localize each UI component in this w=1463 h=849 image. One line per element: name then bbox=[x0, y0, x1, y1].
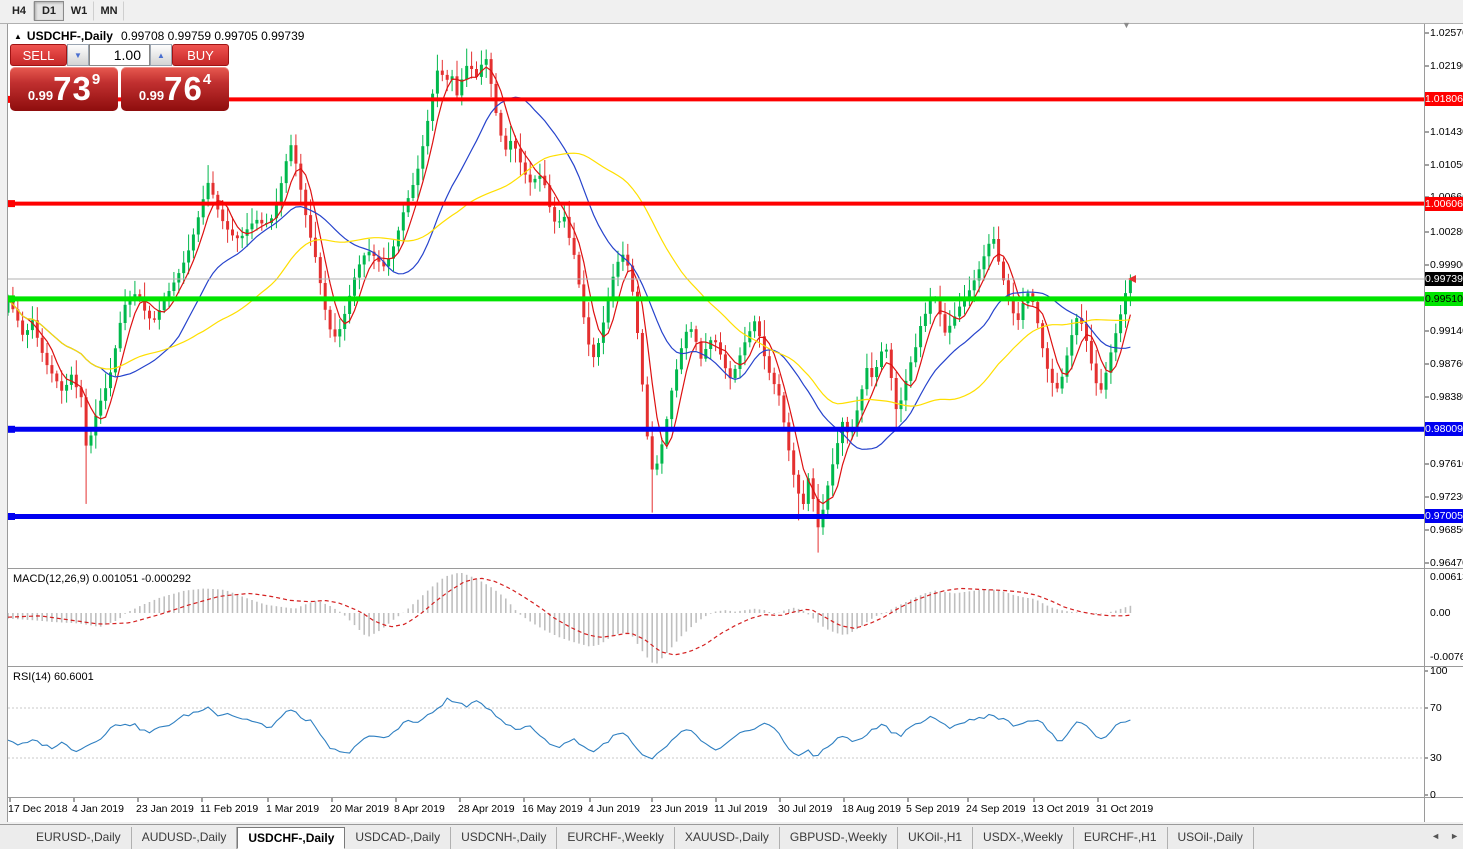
chart-tab-usdcnh-daily[interactable]: USDCNH-,Daily bbox=[451, 827, 557, 849]
sell-price-prefix: 0.99 bbox=[28, 88, 53, 103]
buy-price-prefix: 0.99 bbox=[139, 88, 164, 103]
chart-collapse-icon[interactable]: ▲ bbox=[14, 32, 22, 41]
price-axis-tick: 0.98760 bbox=[1430, 358, 1463, 370]
chart-canvas[interactable] bbox=[0, 0, 1463, 849]
chart-tab-usdcad-daily[interactable]: USDCAD-,Daily bbox=[345, 827, 451, 849]
chart-tab-gbpusd-weekly[interactable]: GBPUSD-,Weekly bbox=[780, 827, 898, 849]
date-axis-label: 30 Jul 2019 bbox=[778, 803, 832, 815]
buy-price-button[interactable]: 0.99764 bbox=[121, 67, 229, 111]
price-level-badge: 1.00606 bbox=[1425, 197, 1463, 211]
chart-tab-eurusd-daily[interactable]: EURUSD-,Daily bbox=[26, 827, 132, 849]
price-level-badge: 0.99739 bbox=[1425, 272, 1463, 286]
chart-tab-eurchf-h1[interactable]: EURCHF-,H1 bbox=[1074, 827, 1168, 849]
price-axis-tick: 0.96850 bbox=[1430, 524, 1463, 536]
date-axis-label: 1 Mar 2019 bbox=[266, 803, 319, 815]
price-axis-tick: 1.02570 bbox=[1430, 27, 1463, 39]
date-axis-label: 4 Jun 2019 bbox=[588, 803, 640, 815]
buy-price-main: 76 bbox=[164, 70, 203, 108]
date-axis-label: 17 Dec 2018 bbox=[8, 803, 68, 815]
price-axis-tick: 0.99140 bbox=[1430, 325, 1463, 337]
macd-axis-tick: 0.00613 bbox=[1430, 571, 1463, 583]
date-axis-label: 11 Feb 2019 bbox=[200, 803, 258, 815]
rsi-axis-tick: 0 bbox=[1430, 789, 1436, 801]
autoscroll-marker-icon[interactable]: ▼ bbox=[1122, 20, 1131, 30]
price-axis-tick: 1.00280 bbox=[1430, 226, 1463, 238]
date-axis-label: 4 Jan 2019 bbox=[72, 803, 124, 815]
price-axis-tick: 0.98380 bbox=[1430, 391, 1463, 403]
price-level-badge: 1.01806 bbox=[1425, 92, 1463, 106]
rsi-axis-tick: 30 bbox=[1430, 752, 1442, 764]
tab-scroll-right-icon[interactable]: ► bbox=[1450, 831, 1459, 841]
date-axis-label: 5 Sep 2019 bbox=[906, 803, 960, 815]
hline-handle bbox=[8, 295, 15, 302]
chart-tab-xauusd-daily[interactable]: XAUUSD-,Daily bbox=[675, 827, 780, 849]
chart-ohlc-readout: 0.99708 0.99759 0.99705 0.99739 bbox=[121, 29, 305, 43]
price-level-badge: 0.98009 bbox=[1425, 422, 1463, 436]
date-axis-label: 13 Oct 2019 bbox=[1032, 803, 1089, 815]
chart-tab-usdx-weekly[interactable]: USDX-,Weekly bbox=[973, 827, 1074, 849]
chart-tab-ukoil-h1[interactable]: UKOil-,H1 bbox=[898, 827, 973, 849]
sell-price-main: 73 bbox=[53, 70, 92, 108]
rsi-axis-tick: 70 bbox=[1430, 702, 1442, 714]
date-axis-label: 16 May 2019 bbox=[522, 803, 583, 815]
rsi-axis-tick: 100 bbox=[1430, 665, 1448, 677]
trading-terminal-window: H4D1W1MN ▲ USDCHF-,Daily 0.99708 0.99759 0… bbox=[0, 0, 1463, 849]
sell-price-pip: 9 bbox=[92, 71, 100, 88]
date-axis-label: 18 Aug 2019 bbox=[842, 803, 901, 815]
buy-button[interactable]: BUY bbox=[172, 44, 229, 66]
rsi-indicator-label: RSI(14) 60.6001 bbox=[13, 671, 94, 683]
date-axis-label: 31 Oct 2019 bbox=[1096, 803, 1153, 815]
price-axis-tick: 1.01430 bbox=[1430, 126, 1463, 138]
date-axis-label: 24 Sep 2019 bbox=[966, 803, 1026, 815]
sell-button[interactable]: SELL bbox=[10, 44, 67, 66]
date-axis-label: 11 Jul 2019 bbox=[714, 803, 768, 815]
timeframe-button-mn[interactable]: MN bbox=[94, 1, 124, 21]
buy-price-pip: 4 bbox=[203, 71, 211, 88]
date-axis-label: 28 Apr 2019 bbox=[458, 803, 515, 815]
price-axis-tick: 1.02190 bbox=[1430, 60, 1463, 72]
volume-input[interactable]: 1.00 bbox=[89, 44, 150, 66]
macd-indicator-label: MACD(12,26,9) 0.001051 -0.000292 bbox=[13, 573, 191, 585]
chevron-up-icon: ▲ bbox=[157, 51, 165, 60]
chart-tab-usoil-daily[interactable]: USOil-,Daily bbox=[1168, 827, 1254, 849]
hline-handle bbox=[8, 513, 15, 520]
chart-tab-usdchf-daily[interactable]: USDCHF-,Daily bbox=[237, 827, 345, 849]
chart-tab-audusd-daily[interactable]: AUDUSD-,Daily bbox=[132, 827, 238, 849]
price-axis-tick: 0.99900 bbox=[1430, 259, 1463, 271]
chart-symbol-label: USDCHF-,Daily bbox=[27, 29, 113, 43]
timeframe-toolbar: H4D1W1MN bbox=[4, 1, 124, 22]
tab-scroll-left-icon[interactable]: ◄ bbox=[1431, 831, 1440, 841]
macd-axis-tick: -0.007612 bbox=[1430, 651, 1463, 663]
hline-handle bbox=[8, 200, 15, 207]
date-axis-label: 23 Jan 2019 bbox=[136, 803, 194, 815]
date-axis-label: 23 Jun 2019 bbox=[650, 803, 708, 815]
timeframe-button-h4[interactable]: H4 bbox=[4, 1, 34, 21]
price-axis-tick: 1.01050 bbox=[1430, 159, 1463, 171]
price-level-badge: 0.99510 bbox=[1425, 292, 1463, 306]
timeframe-button-w1[interactable]: W1 bbox=[64, 1, 94, 21]
volume-decrease-button[interactable]: ▼ bbox=[67, 44, 89, 66]
chevron-down-icon: ▼ bbox=[74, 51, 82, 60]
price-axis-tick: 0.97610 bbox=[1430, 458, 1463, 470]
chart-tab-eurchf-weekly[interactable]: EURCHF-,Weekly bbox=[557, 827, 674, 849]
macd-axis-tick: 0.00 bbox=[1430, 607, 1450, 619]
hline-handle bbox=[8, 426, 15, 433]
volume-increase-button[interactable]: ▲ bbox=[150, 44, 172, 66]
chart-tab-bar: EURUSD-,DailyAUDUSD-,DailyUSDCHF-,DailyU… bbox=[0, 824, 1463, 849]
one-click-trading-panel: SELL ▼ 1.00 ▲ BUY 0.99739 0.99764 bbox=[10, 44, 229, 111]
sell-price-button[interactable]: 0.99739 bbox=[10, 67, 118, 111]
chart-title: ▲ USDCHF-,Daily 0.99708 0.99759 0.99705 0.… bbox=[14, 29, 304, 43]
price-axis-tick: 0.97230 bbox=[1430, 491, 1463, 503]
date-axis-label: 20 Mar 2019 bbox=[330, 803, 389, 815]
date-axis-label: 8 Apr 2019 bbox=[394, 803, 445, 815]
price-level-badge: 0.97005 bbox=[1425, 509, 1463, 523]
timeframe-button-d1[interactable]: D1 bbox=[34, 1, 64, 21]
price-axis-tick: 0.96470 bbox=[1430, 557, 1463, 569]
